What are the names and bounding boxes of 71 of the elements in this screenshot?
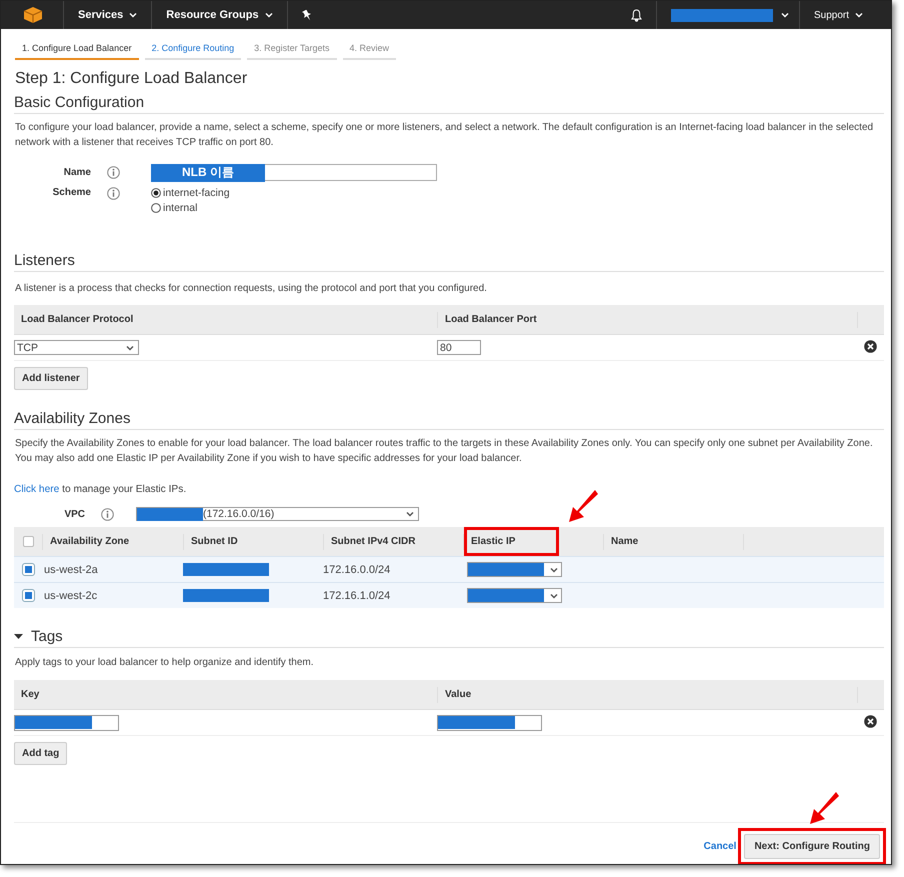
row-checkbox[interactable]	[22, 564, 34, 575]
port-field[interactable]: 80	[437, 340, 481, 355]
add-listener-button[interactable]: Add listener	[14, 367, 88, 390]
caret-icon	[855, 12, 863, 18]
click-here-link[interactable]: Click here	[14, 484, 60, 495]
scheme-option[interactable]: internet-facing	[151, 187, 230, 199]
radio-button-icon[interactable]	[151, 203, 161, 213]
info-icon[interactable]	[107, 166, 120, 179]
table-cell-text: us-west-2a	[43, 564, 99, 576]
name-field[interactable]: NLB 이름	[151, 164, 437, 181]
caret-icon	[406, 511, 414, 517]
column-header: Elastic IP	[464, 527, 560, 556]
add-tag-button[interactable]: Add tag	[14, 742, 68, 765]
remove-icon[interactable]	[864, 340, 877, 352]
next-button[interactable]: Next: Configure Routing	[744, 834, 880, 859]
remove-icon[interactable]	[864, 714, 877, 728]
protocol-select[interactable]: TCP	[14, 340, 139, 355]
column-header: Key	[21, 689, 40, 700]
tag-value-field[interactable]	[437, 714, 542, 730]
column-header: Subnet ID	[191, 536, 238, 547]
section-description: Apply tags to your load balancer to help organize and identify them.	[15, 656, 315, 670]
column-header: Load Balancer Port	[445, 314, 537, 325]
section-heading: Availability Zones	[14, 410, 884, 430]
nav-menu[interactable]: Resource Groups	[152, 1, 287, 29]
annotation-arrow	[808, 790, 840, 826]
section-description: A listener is a process that checks for connection requests, using the protocol and port that you configured.	[15, 282, 488, 296]
vpc-select[interactable]: (172.16.0.0/16)	[136, 507, 419, 521]
wizard-step-tab[interactable]: 2. Configure Routing	[144, 40, 242, 60]
caret-icon	[550, 566, 558, 572]
section-description: Specify the Availability Zones to enable for your load balancer. The load balancer routes traffic to the targets in these Availability Zones only. You can specify only one subnet per Availability Zone. You may also add one Elastic IP per Availability Zone if you wish to have specific addresses for your load balancer.	[15, 437, 874, 466]
column-header: Availability Zone	[50, 536, 130, 547]
table-cell-text: us-west-2c	[43, 590, 98, 602]
table-cell-text: 172.16.1.0/24	[323, 590, 392, 602]
cancel-link[interactable]: Cancel	[704, 841, 736, 852]
caret-icon	[780, 12, 789, 18]
redaction-bar	[137, 508, 203, 520]
caret-icon	[264, 12, 273, 18]
info-icon[interactable]	[107, 187, 120, 200]
pin-icon[interactable]	[302, 10, 312, 20]
column-header: Value	[445, 689, 472, 700]
field-label: Name	[62, 167, 92, 178]
elastic-ip-select[interactable]	[467, 562, 562, 577]
field-label: Scheme	[52, 187, 92, 198]
wizard-step-tab[interactable]: 1. Configure Load Balancer	[15, 40, 139, 60]
caret-icon	[550, 592, 558, 598]
section-heading: Tags	[31, 628, 63, 645]
expand-triangle-icon[interactable]	[14, 633, 23, 640]
column-header: Name	[611, 536, 638, 547]
field-label: VPC	[63, 508, 86, 520]
row-checkbox[interactable]	[22, 590, 34, 601]
nav-menu[interactable]: Services	[64, 1, 152, 29]
radio-button-icon[interactable]	[151, 188, 161, 198]
cube-logo-icon[interactable]	[23, 6, 43, 24]
info-icon[interactable]	[101, 508, 114, 520]
tag-key-field[interactable]	[14, 714, 119, 730]
manage-eip-text: Click here to manage your Elastic IPs.	[14, 484, 188, 495]
table-cell-text: 172.16.0.0/24	[323, 564, 392, 576]
column-header: Subnet IPv4 CIDR	[331, 536, 416, 547]
bell-icon[interactable]	[630, 8, 642, 22]
select-all-checkbox[interactable]	[22, 536, 34, 547]
section-heading: Listeners	[14, 252, 884, 272]
annotation-arrow	[567, 488, 599, 524]
caret-icon	[126, 344, 134, 350]
scheme-option[interactable]: internal	[151, 202, 198, 214]
support-menu[interactable]: Support	[800, 1, 891, 29]
elastic-ip-select[interactable]	[467, 588, 562, 603]
caret-icon	[129, 12, 138, 18]
section-heading: Basic Configuration	[14, 94, 884, 114]
column-header: Load Balancer Protocol	[21, 314, 134, 325]
page-title: Step 1: Configure Load Balancer	[15, 70, 248, 88]
section-description: To configure your load balancer, provide a name, select a scheme, specify one or more listeners, and select a network. The default configuration is an Internet-facing load balancer in the selected network with a listener that receives TCP traffic on port 80.	[15, 121, 874, 150]
